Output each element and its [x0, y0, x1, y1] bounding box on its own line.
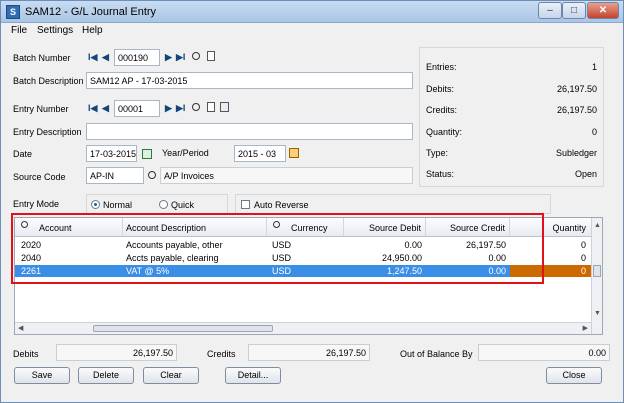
save-button[interactable]: Save	[14, 367, 70, 384]
type-value: Subledger	[555, 148, 597, 158]
summary-panel: Entries: 1 Debits: 26,197.50 Credits: 26…	[419, 47, 604, 187]
batch-number-field[interactable]: 000190	[114, 49, 160, 66]
batch-description-label: Batch Description	[13, 76, 84, 86]
batch-number-label: Batch Number	[13, 53, 71, 63]
quantity-header-label: Quantity	[552, 223, 586, 233]
entries-label: Entries:	[426, 62, 457, 72]
summary-debits-value: 26,197.50	[556, 84, 597, 94]
source-code-description: A/P Invoices	[160, 167, 413, 184]
entry-description-field[interactable]	[86, 123, 413, 140]
prev-batch-icon[interactable]: ◀	[102, 52, 109, 63]
out-of-balance-label: Out of Balance By	[400, 349, 473, 359]
summary-credits-value: 26,197.50	[556, 105, 597, 115]
auto-reverse-checkbox[interactable]	[241, 200, 250, 209]
entry-number-field[interactable]: 00001	[114, 100, 160, 117]
status-label: Status:	[426, 169, 455, 179]
first-batch-icon[interactable]: I◀	[88, 52, 97, 63]
date-label: Date	[13, 149, 33, 159]
maximize-button[interactable]: □	[562, 2, 586, 19]
date-field[interactable]: 17-03-2015	[86, 145, 137, 162]
calendar-icon[interactable]	[142, 149, 152, 159]
total-credits-label: Credits	[207, 349, 236, 359]
window-title: SAM12 - G/L Journal Entry	[25, 6, 157, 18]
status-value: Open	[574, 169, 597, 179]
source-code-finder-icon[interactable]	[148, 171, 156, 179]
close-window-button[interactable]: ✕	[587, 2, 619, 19]
prev-entry-icon[interactable]: ◀	[102, 103, 109, 114]
menu-bar: File Settings Help	[1, 23, 623, 39]
scroll-up-icon[interactable]: ▲	[594, 222, 601, 229]
entries-value: 1	[591, 62, 597, 72]
mode-quick-label: Quick	[171, 200, 195, 210]
scroll-down-icon[interactable]: ▼	[594, 310, 601, 317]
type-label: Type:	[426, 148, 449, 158]
quantity-value: 0	[591, 127, 597, 137]
summary-credits-label: Credits:	[426, 105, 458, 115]
next-entry-icon[interactable]: ▶	[165, 103, 172, 114]
menu-settings[interactable]: Settings	[37, 25, 73, 36]
source-code-field[interactable]: AP-IN	[86, 167, 144, 184]
scroll-right-icon[interactable]: ▶	[583, 324, 588, 332]
entry-mode-group: Normal Quick	[86, 194, 228, 214]
minimize-button[interactable]: –	[538, 2, 562, 19]
next-batch-icon[interactable]: ▶	[165, 52, 172, 63]
detail-button[interactable]: Detail...	[225, 367, 281, 384]
clear-button[interactable]: Clear	[143, 367, 199, 384]
entry-finder-icon[interactable]	[192, 103, 200, 111]
menu-help[interactable]: Help	[82, 25, 103, 36]
quantity-label: Quantity:	[426, 127, 463, 137]
summary-debits-label: Debits:	[426, 84, 455, 94]
year-period-label: Year/Period	[162, 148, 209, 158]
first-entry-icon[interactable]: I◀	[88, 103, 97, 114]
vscroll-thumb[interactable]	[593, 265, 601, 277]
batch-description-field[interactable]: SAM12 AP - 17-03-2015	[86, 72, 413, 89]
mode-normal-radio[interactable]	[91, 200, 100, 209]
entry-number-label: Entry Number	[13, 104, 69, 114]
scroll-left-icon[interactable]: ◀	[18, 324, 23, 332]
period-calendar-icon[interactable]	[289, 148, 299, 158]
last-batch-icon[interactable]: ▶I	[176, 52, 185, 63]
last-entry-icon[interactable]: ▶I	[176, 103, 185, 114]
scroll-thumb[interactable]	[93, 325, 273, 332]
app-icon: S	[6, 5, 20, 19]
auto-reverse-group: Auto Reverse	[235, 194, 551, 214]
annotation-highlight-box	[11, 213, 544, 284]
journal-entry-window: S SAM12 - G/L Journal Entry – □ ✕ File S…	[0, 0, 624, 403]
total-debits-value: 26,197.50	[56, 344, 177, 361]
total-credits-value: 26,197.50	[248, 344, 370, 361]
menu-file[interactable]: File	[11, 25, 27, 36]
mode-quick-radio[interactable]	[159, 200, 168, 209]
entry-description-label: Entry Description	[13, 127, 82, 137]
total-debits-label: Debits	[13, 349, 39, 359]
close-button[interactable]: Close	[546, 367, 602, 384]
batch-finder-icon[interactable]	[192, 52, 200, 60]
auto-reverse-label: Auto Reverse	[254, 200, 309, 210]
out-of-balance-value: 0.00	[478, 344, 610, 361]
new-entry-icon[interactable]	[207, 102, 215, 112]
delete-button[interactable]: Delete	[78, 367, 134, 384]
mode-normal-label: Normal	[103, 200, 133, 210]
copy-entry-icon[interactable]	[220, 102, 229, 112]
year-period-field[interactable]: 2015 - 03	[234, 145, 286, 162]
entry-mode-label: Entry Mode	[13, 199, 60, 209]
title-bar: S SAM12 - G/L Journal Entry – □ ✕	[1, 1, 623, 23]
horizontal-scrollbar[interactable]: ◀ ▶	[15, 322, 591, 334]
source-code-label: Source Code	[13, 172, 66, 182]
new-batch-icon[interactable]	[207, 51, 215, 61]
vertical-scrollbar[interactable]: ▲ ▼	[591, 218, 602, 334]
